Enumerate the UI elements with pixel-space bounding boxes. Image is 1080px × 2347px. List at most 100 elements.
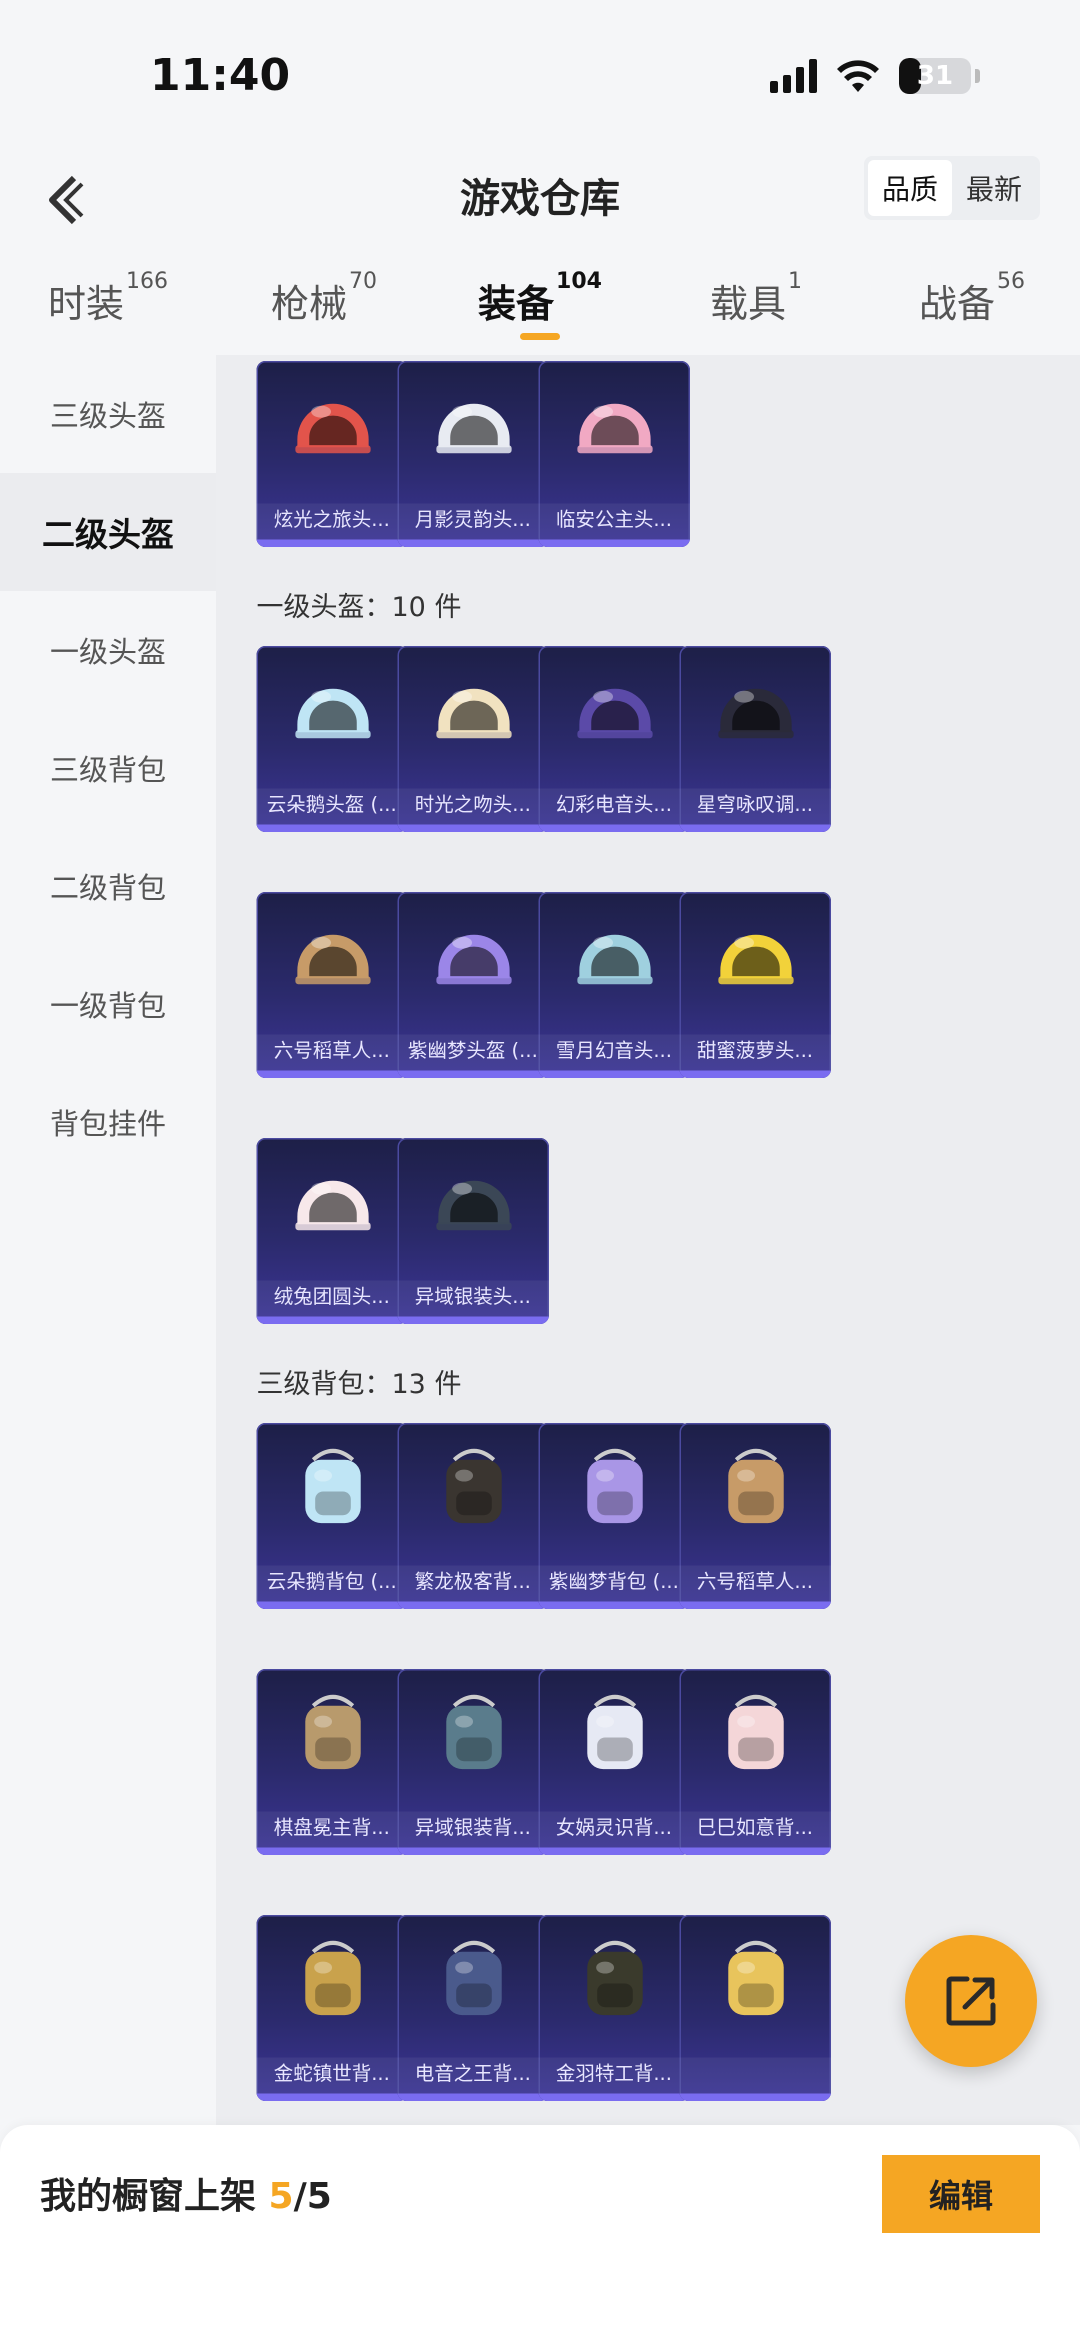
item-card[interactable]: 紫幽梦头盔 (... — [397, 892, 549, 1078]
tab-count: 70 — [349, 269, 377, 294]
edit-button[interactable]: 编辑 — [882, 2155, 1040, 2233]
item-name: 六号稻草人... — [679, 1565, 831, 1602]
item-name: 繁龙极客背... — [397, 1565, 549, 1602]
item-card[interactable]: 月影灵韵头... — [397, 361, 549, 547]
item-name: 云朵鹅头盔 (... — [256, 788, 408, 825]
helmet-icon — [294, 403, 371, 454]
showcase-count-total: 5 — [306, 2176, 332, 2217]
backpack-icon — [586, 1694, 643, 1770]
item-card[interactable]: 巳巳如意背... — [679, 1669, 831, 1855]
item-name: 幻彩电音头... — [538, 788, 690, 825]
item-name: 金蛇镇世背... — [256, 2057, 408, 2094]
tab-fashion[interactable]: 时装166 — [0, 255, 216, 355]
cellular-signal-icon — [770, 59, 817, 93]
battery-icon: 31 — [899, 58, 971, 94]
sort-option-newest[interactable]: 最新 — [952, 160, 1036, 216]
tab-label: 装备 — [478, 282, 555, 326]
item-card[interactable]: 金蛇镇世背... — [256, 1915, 408, 2101]
share-button[interactable] — [905, 1935, 1037, 2067]
tab-guns[interactable]: 枪械70 — [216, 255, 432, 355]
item-name: 云朵鹅背包 (... — [256, 1565, 408, 1602]
item-card[interactable]: 六号稻草人... — [679, 1423, 831, 1609]
status-bar: 11:40 31 — [0, 0, 1080, 150]
tab-label: 战备 — [918, 282, 995, 326]
helmet-icon — [435, 934, 512, 985]
helmet-icon — [435, 403, 512, 454]
helmet-icon — [294, 934, 371, 985]
item-card[interactable]: 紫幽梦背包 (... — [538, 1423, 690, 1609]
item-name: 金羽特工背... — [538, 2057, 690, 2094]
item-name: 时光之吻头... — [397, 788, 549, 825]
sort-option-quality[interactable]: 品质 — [867, 160, 952, 216]
sidebar: 三级头盔 二级头盔 一级头盔 三级背包 二级背包 一级背包 背包挂件 — [0, 355, 216, 2125]
header: 游戏仓库 品质 最新 — [0, 150, 1080, 240]
tab-supplies[interactable]: 战备56 — [864, 255, 1080, 355]
showcase-count-used: 5 — [268, 2176, 294, 2217]
section-title: 一级头盔：10 件 — [256, 592, 462, 624]
wifi-icon — [837, 60, 879, 92]
backpack-icon — [304, 1694, 361, 1770]
item-card[interactable]: 临安公主头... — [538, 361, 690, 547]
tab-equipment[interactable]: 装备104 — [432, 255, 648, 355]
item-name: 雪月幻音头... — [538, 1034, 690, 1071]
item-card[interactable]: 绒兔团圆头... — [256, 1138, 408, 1324]
item-card[interactable] — [679, 1915, 831, 2101]
item-card[interactable]: 棋盘冕主背... — [256, 1669, 408, 1855]
sidebar-item-level1-backpack[interactable]: 一级背包 — [0, 945, 216, 1063]
bottom-bar: 我的橱窗上架 5/5 编辑 — [0, 2125, 1080, 2347]
item-name — [679, 2057, 831, 2094]
helmet-icon — [294, 1180, 371, 1231]
helmet-icon — [718, 688, 794, 739]
item-name: 电音之王背... — [397, 2057, 549, 2094]
item-card[interactable]: 时光之吻头... — [397, 646, 549, 832]
tab-count: 166 — [126, 269, 168, 294]
item-name: 炫光之旅头... — [256, 503, 408, 540]
status-time: 11:40 — [150, 50, 291, 101]
item-card[interactable]: 六号稻草人... — [256, 892, 408, 1078]
active-tab-indicator — [520, 333, 560, 340]
item-card[interactable]: 电音之王背... — [397, 1915, 549, 2101]
backpack-icon — [445, 1940, 502, 2016]
sidebar-item-level2-backpack[interactable]: 二级背包 — [0, 827, 216, 945]
sort-toggle: 品质 最新 — [863, 156, 1040, 220]
item-card[interactable]: 异域银装头... — [397, 1138, 549, 1324]
showcase-label-text: 我的橱窗上架 — [40, 2176, 269, 2217]
backpack-icon — [445, 1448, 502, 1524]
tab-count: 56 — [997, 269, 1025, 294]
tab-label: 载具 — [709, 282, 786, 326]
showcase-label: 我的橱窗上架 5/5 — [40, 2167, 332, 2219]
item-name: 临安公主头... — [538, 503, 690, 540]
tab-label: 枪械 — [270, 282, 347, 326]
item-card[interactable]: 甜蜜菠萝头... — [679, 892, 831, 1078]
sidebar-item-level1-helmet[interactable]: 一级头盔 — [0, 591, 216, 709]
tab-vehicles[interactable]: 载具1 — [648, 255, 864, 355]
item-card[interactable]: 雪月幻音头... — [538, 892, 690, 1078]
item-card[interactable]: 云朵鹅头盔 (... — [256, 646, 408, 832]
backpack-icon — [727, 1940, 784, 2016]
category-tabs: 时装166 枪械70 装备104 载具1 战备56 — [0, 255, 1080, 355]
share-external-icon — [946, 1976, 996, 2026]
helmet-icon — [577, 688, 653, 739]
item-card[interactable]: 炫光之旅头... — [256, 361, 408, 547]
sidebar-item-level2-helmet[interactable]: 二级头盔 — [0, 473, 216, 591]
item-card[interactable]: 云朵鹅背包 (... — [256, 1423, 408, 1609]
item-name: 异域银装背... — [397, 1811, 549, 1848]
helmet-icon — [577, 934, 653, 985]
item-card[interactable]: 金羽特工背... — [538, 1915, 690, 2101]
sidebar-item-backpack-charm[interactable]: 背包挂件 — [0, 1063, 216, 1181]
item-card[interactable]: 幻彩电音头... — [538, 646, 690, 832]
item-name: 异域银装头... — [397, 1280, 549, 1317]
sidebar-item-level3-helmet[interactable]: 三级头盔 — [0, 355, 216, 473]
item-card[interactable]: 繁龙极客背... — [397, 1423, 549, 1609]
item-name: 女娲灵识背... — [538, 1811, 690, 1848]
battery-percent: 31 — [916, 61, 954, 91]
sidebar-item-level3-backpack[interactable]: 三级背包 — [0, 709, 216, 827]
battery-tip — [975, 69, 980, 83]
backpack-icon — [445, 1694, 502, 1770]
item-name: 月影灵韵头... — [397, 503, 549, 540]
item-card[interactable]: 女娲灵识背... — [538, 1669, 690, 1855]
item-card[interactable]: 异域银装背... — [397, 1669, 549, 1855]
helmet-icon — [435, 688, 512, 739]
status-icons: 31 — [770, 58, 980, 94]
item-card[interactable]: 星穹咏叹调... — [679, 646, 831, 832]
